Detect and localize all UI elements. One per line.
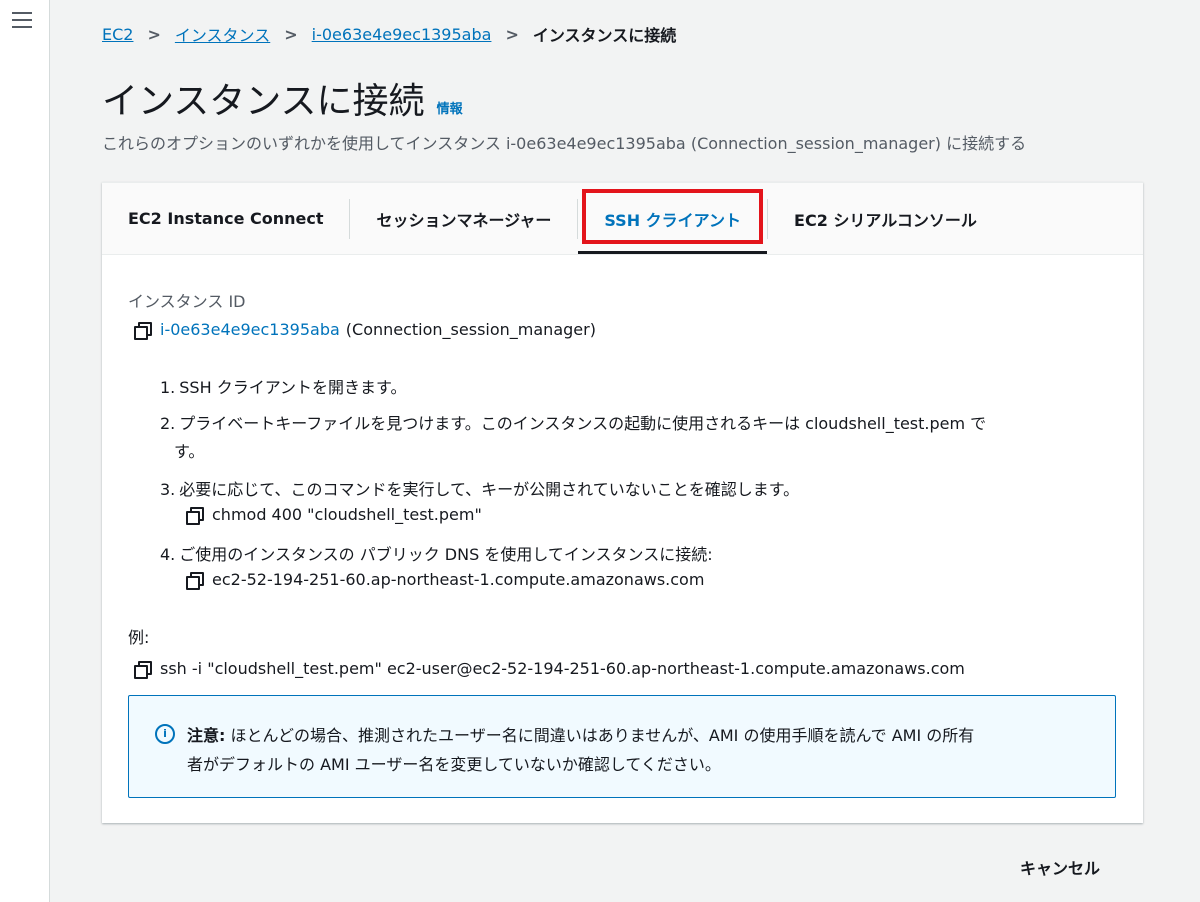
step-2-continuation: す。: [174, 442, 205, 461]
copy-icon[interactable]: [186, 571, 204, 590]
breadcrumb-instance-id[interactable]: i-0e63e4e9ec1395aba: [312, 25, 492, 44]
breadcrumb: EC2 > インスタンス > i-0e63e4e9ec1395aba > インス…: [102, 22, 676, 46]
page-title: インスタンスに接続 情報: [102, 72, 463, 124]
instance-name: (Connection_session_manager): [345, 320, 596, 339]
example-label: 例:: [128, 628, 150, 647]
page-title-text: インスタンスに接続: [102, 81, 425, 122]
public-dns-row: ec2-52-194-251-60.ap-northeast-1.compute…: [186, 570, 705, 590]
cancel-button[interactable]: キャンセル: [1020, 855, 1100, 879]
left-nav-rail: [0, 0, 50, 902]
example-command-row: ssh -i "cloudshell_test.pem" ec2-user@ec…: [134, 659, 965, 679]
breadcrumb-separator: >: [147, 24, 161, 44]
breadcrumb-instances[interactable]: インスタンス: [175, 22, 270, 46]
tab-serial-console[interactable]: EC2 シリアルコンソール: [768, 183, 1003, 254]
instance-id-label: インスタンス ID: [128, 292, 246, 311]
notice-box: i 注意: ほとんどの場合、推測されたユーザー名に間違いはありませんが、AMI …: [128, 695, 1116, 798]
copy-icon[interactable]: [134, 321, 152, 340]
copy-icon[interactable]: [134, 660, 152, 679]
public-dns: ec2-52-194-251-60.ap-northeast-1.compute…: [212, 570, 705, 589]
notice-line-1: 注意: ほとんどの場合、推測されたユーザー名に間違いはありませんが、AMI の使…: [187, 722, 974, 746]
notice-text: ほとんどの場合、推測されたユーザー名に間違いはありませんが、AMI の使用手順を…: [225, 726, 975, 745]
chmod-command: chmod 400 "cloudshell_test.pem": [212, 505, 482, 524]
breadcrumb-current: インスタンスに接続: [532, 26, 677, 45]
step-text: プライベートキーファイルを見つけます。このインスタンスの起動に使用されるキーは …: [179, 414, 987, 433]
breadcrumb-ec2[interactable]: EC2: [102, 25, 133, 44]
step-number: 1.: [160, 378, 176, 397]
chmod-command-row: chmod 400 "cloudshell_test.pem": [186, 505, 482, 525]
step-1: 1. SSH クライアントを開きます。: [160, 374, 406, 398]
step-text: SSH クライアントを開きます。: [179, 378, 407, 397]
page-subtitle: これらのオプションのいずれかを使用してインスタンス i-0e63e4e9ec13…: [102, 134, 1027, 153]
instance-id-link[interactable]: i-0e63e4e9ec1395aba: [160, 320, 340, 339]
example-command: ssh -i "cloudshell_test.pem" ec2-user@ec…: [160, 659, 965, 678]
tab-session-manager[interactable]: セッションマネージャー: [350, 183, 577, 254]
breadcrumb-separator: >: [505, 24, 519, 44]
connection-tabs: EC2 Instance Connect セッションマネージャー SSH クライ…: [102, 183, 1143, 255]
notice-line-2: 者がデフォルトの AMI ユーザー名を変更していないか確認してください。: [187, 755, 721, 774]
step-number: 3.: [160, 480, 176, 499]
step-number: 4.: [160, 545, 176, 564]
tab-ec2-instance-connect[interactable]: EC2 Instance Connect: [102, 183, 349, 254]
notice-bold: 注意:: [187, 726, 226, 745]
tab-ssh-client[interactable]: SSH クライアント: [578, 183, 767, 254]
step-4: 4. ご使用のインスタンスの パブリック DNS を使用してインスタンスに接続:: [160, 541, 713, 565]
copy-icon[interactable]: [186, 506, 204, 525]
menu-icon[interactable]: [12, 12, 32, 30]
highlight-annotation-box: [582, 189, 764, 244]
breadcrumb-separator: >: [284, 24, 298, 44]
step-3: 3. 必要に応じて、このコマンドを実行して、キーが公開されていないことを確認します…: [160, 476, 799, 500]
info-link[interactable]: 情報: [437, 98, 463, 117]
info-icon: i: [155, 724, 175, 744]
step-number: 2.: [160, 414, 176, 433]
step-text: 必要に応じて、このコマンドを実行して、キーが公開されていないことを確認します。: [179, 480, 800, 499]
instance-id-row: i-0e63e4e9ec1395aba (Connection_session_…: [134, 320, 596, 340]
step-2: 2. プライベートキーファイルを見つけます。このインスタンスの起動に使用されるキー…: [160, 410, 986, 434]
connect-card: EC2 Instance Connect セッションマネージャー SSH クライ…: [102, 182, 1143, 823]
step-text: ご使用のインスタンスの パブリック DNS を使用してインスタンスに接続:: [179, 545, 713, 564]
